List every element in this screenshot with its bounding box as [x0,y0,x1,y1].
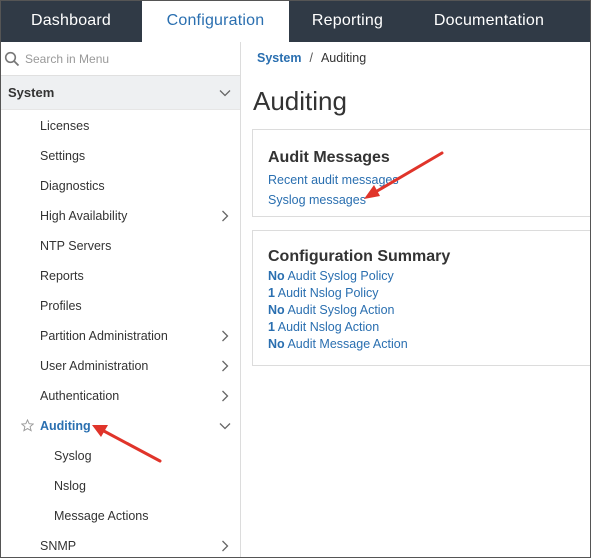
page-title: Auditing [253,86,347,116]
top-nav: Dashboard Configuration Reporting Docume… [0,0,591,42]
sidebar-item-label: SNMP [40,539,77,553]
summary-row-audit-message-action[interactable]: No Audit Message Action [268,336,408,353]
summary-count: No [268,269,285,283]
star-icon[interactable] [21,419,34,432]
configuration-summary-card: Configuration Summary No Audit Syslog Po… [252,230,591,366]
sidebar-item-label: Reports [40,269,84,283]
summary-count: No [268,303,285,317]
audit-messages-card: Audit Messages Recent audit messages Sys… [252,129,591,217]
chevron-right-icon[interactable] [218,539,232,553]
sidebar-section-system[interactable]: System [0,76,240,110]
sidebar-subitem-message-actions[interactable]: Message Actions [0,501,240,531]
sidebar-item-high-availability[interactable]: High Availability [0,201,240,231]
sidebar: System Licenses Settings Diagnostics Hig… [0,42,241,558]
tab-documentation[interactable]: Documentation [406,0,572,42]
chevron-down-icon[interactable] [218,86,232,100]
summary-label: Audit Nslog Action [277,320,380,334]
chevron-right-icon[interactable] [218,359,232,373]
sidebar-item-reports[interactable]: Reports [0,261,240,291]
summary-label: Audit Syslog Policy [287,269,394,283]
summary-count: No [268,337,285,351]
tab-dashboard[interactable]: Dashboard [0,0,142,42]
summary-row-audit-nslog-policy[interactable]: 1 Audit Nslog Policy [268,285,408,302]
tab-configuration[interactable]: Configuration [142,0,289,42]
sidebar-item-label: User Administration [40,359,149,373]
sidebar-item-licenses[interactable]: Licenses [0,111,240,141]
chevron-right-icon[interactable] [218,209,232,223]
tab-reporting[interactable]: Reporting [289,0,406,42]
sidebar-item-partition-administration[interactable]: Partition Administration [0,321,240,351]
chevron-down-icon[interactable] [218,419,232,433]
breadcrumb-separator: / [309,51,313,65]
sidebar-item-label: Message Actions [54,509,149,523]
menu-search [0,42,240,76]
sidebar-item-label: Licenses [40,119,90,133]
breadcrumb-system-link[interactable]: System [257,51,301,65]
configuration-summary-title: Configuration Summary [268,248,451,265]
sidebar-item-diagnostics[interactable]: Diagnostics [0,171,240,201]
sidebar-item-settings[interactable]: Settings [0,141,240,171]
breadcrumb-current: Auditing [320,51,367,65]
sidebar-item-label: Nslog [54,479,86,493]
sidebar-item-label: NTP Servers [40,239,112,253]
sidebar-item-profiles[interactable]: Profiles [0,291,240,321]
sidebar-subitem-nslog[interactable]: Nslog [0,471,240,501]
summary-row-audit-syslog-policy[interactable]: No Audit Syslog Policy [268,268,408,285]
audit-messages-title: Audit Messages [268,149,390,166]
sidebar-item-snmp[interactable]: SNMP [0,531,240,558]
sidebar-item-ntp-servers[interactable]: NTP Servers [0,231,240,261]
search-icon [4,51,20,66]
sidebar-item-label: Settings [40,149,86,163]
sidebar-item-label: Diagnostics [40,179,105,193]
summary-label: Audit Nslog Policy [277,286,379,300]
syslog-messages-link[interactable]: Syslog messages [268,193,366,207]
summary-count: 1 [268,320,275,334]
sidebar-item-user-administration[interactable]: User Administration [0,351,240,381]
chevron-right-icon[interactable] [218,389,232,403]
search-input[interactable] [25,51,225,66]
sidebar-item-auditing[interactable]: Auditing [0,411,240,441]
main-content: System / Auditing Auditing Audit Messages … [242,42,591,558]
sidebar-item-label: Authentication [40,389,120,403]
chevron-right-icon[interactable] [218,329,232,343]
summary-label: Audit Syslog Action [287,303,395,317]
sidebar-item-label: Partition Administration [40,329,168,343]
sidebar-item-label: Auditing [40,419,91,433]
sidebar-item-label: Profiles [40,299,82,313]
summary-row-audit-nslog-action[interactable]: 1 Audit Nslog Action [268,319,408,336]
sidebar-item-label: High Availability [40,209,128,223]
sidebar-section-label: System [8,85,55,100]
summary-row-audit-syslog-action[interactable]: No Audit Syslog Action [268,302,408,319]
sidebar-subitem-syslog[interactable]: Syslog [0,441,240,471]
recent-audit-messages-link[interactable]: Recent audit messages [268,173,399,187]
summary-list: No Audit Syslog Policy 1 Audit Nslog Pol… [268,268,408,353]
sidebar-item-authentication[interactable]: Authentication [0,381,240,411]
summary-label: Audit Message Action [287,337,408,351]
sidebar-item-label: Syslog [54,449,92,463]
breadcrumb: System / Auditing [257,51,366,65]
summary-count: 1 [268,286,275,300]
